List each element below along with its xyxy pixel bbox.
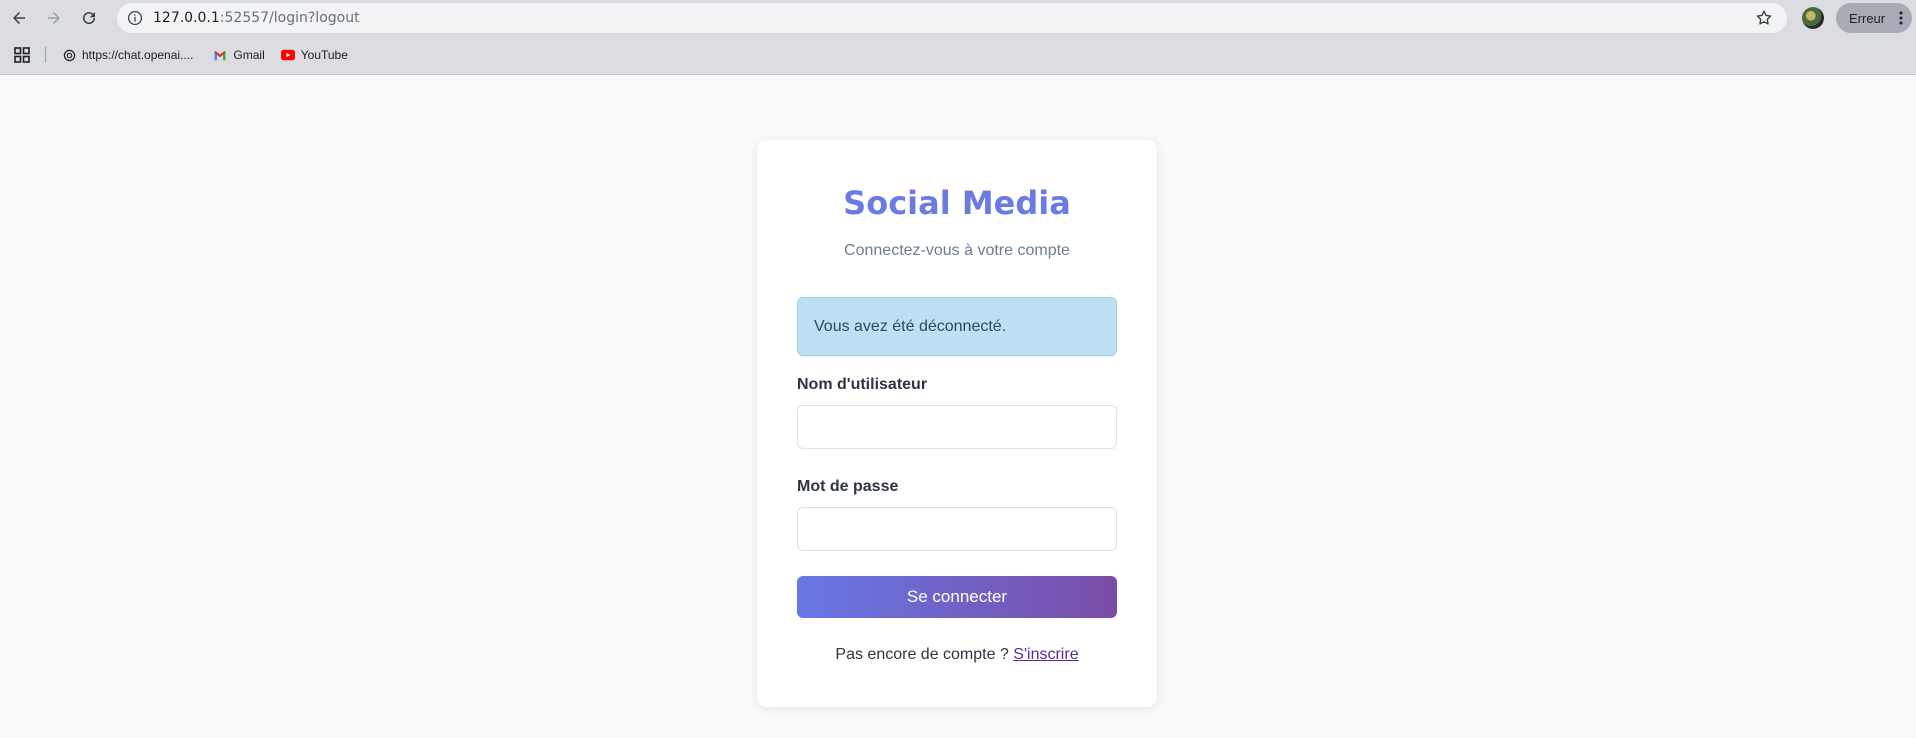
logout-alert: Vous avez été déconnecté. [797, 297, 1117, 356]
username-label: Nom d'utilisateur [797, 376, 928, 393]
profile-error-label: Erreur [1849, 10, 1886, 26]
apps-grid-icon[interactable] [14, 47, 30, 63]
profile-error-button[interactable]: Erreur [1836, 3, 1912, 33]
browser-toolbar: 127.0.0.1:52557/login?logout Erreur [0, 0, 1916, 36]
bookmark-chatgpt-label: https://chat.openai.... [82, 48, 194, 62]
bookmarks-divider [45, 47, 46, 63]
bookmark-chatgpt[interactable]: https://chat.openai.... [62, 48, 193, 62]
profile-avatar[interactable] [1802, 7, 1824, 29]
youtube-icon [280, 48, 295, 62]
menu-dots-icon [1899, 11, 1903, 25]
bookmark-gmail-label: Gmail [233, 48, 265, 62]
password-label: Mot de passe [797, 478, 899, 495]
url-text[interactable]: 127.0.0.1:52557/login?logout [153, 10, 360, 26]
reload-icon[interactable] [75, 4, 103, 32]
signup-prompt-text: Pas encore de compte ? [835, 646, 1009, 663]
url-path: :52557/login?logout [219, 10, 360, 26]
forward-icon[interactable] [40, 4, 68, 32]
page-subtitle: Connectez-vous à votre compte [844, 242, 1070, 259]
bookmark-youtube[interactable]: YouTube [280, 48, 348, 62]
url-host: 127.0.0.1 [153, 10, 220, 26]
address-bar[interactable]: 127.0.0.1:52557/login?logout [117, 3, 1787, 33]
bookmarks-bar: https://chat.openai.... Gmail YouTube [0, 36, 1916, 75]
signup-prompt: Pas encore de compte ? S'inscrire [757, 646, 1157, 664]
login-button[interactable]: Se connecter [797, 576, 1117, 618]
back-icon[interactable] [5, 4, 33, 32]
bookmark-youtube-label: YouTube [300, 48, 348, 62]
signup-link[interactable]: S'inscrire [1013, 646, 1078, 663]
gmail-icon [213, 48, 227, 62]
page-title: Social Media [843, 184, 1071, 222]
openai-icon [62, 48, 76, 62]
bookmark-gmail[interactable]: Gmail [213, 48, 265, 62]
bookmark-star-icon[interactable] [1755, 9, 1773, 27]
password-input[interactable] [797, 507, 1117, 551]
login-card: Social Media Connectez-vous à votre comp… [757, 140, 1157, 707]
site-info-icon[interactable] [125, 8, 145, 28]
username-input[interactable] [797, 405, 1117, 449]
